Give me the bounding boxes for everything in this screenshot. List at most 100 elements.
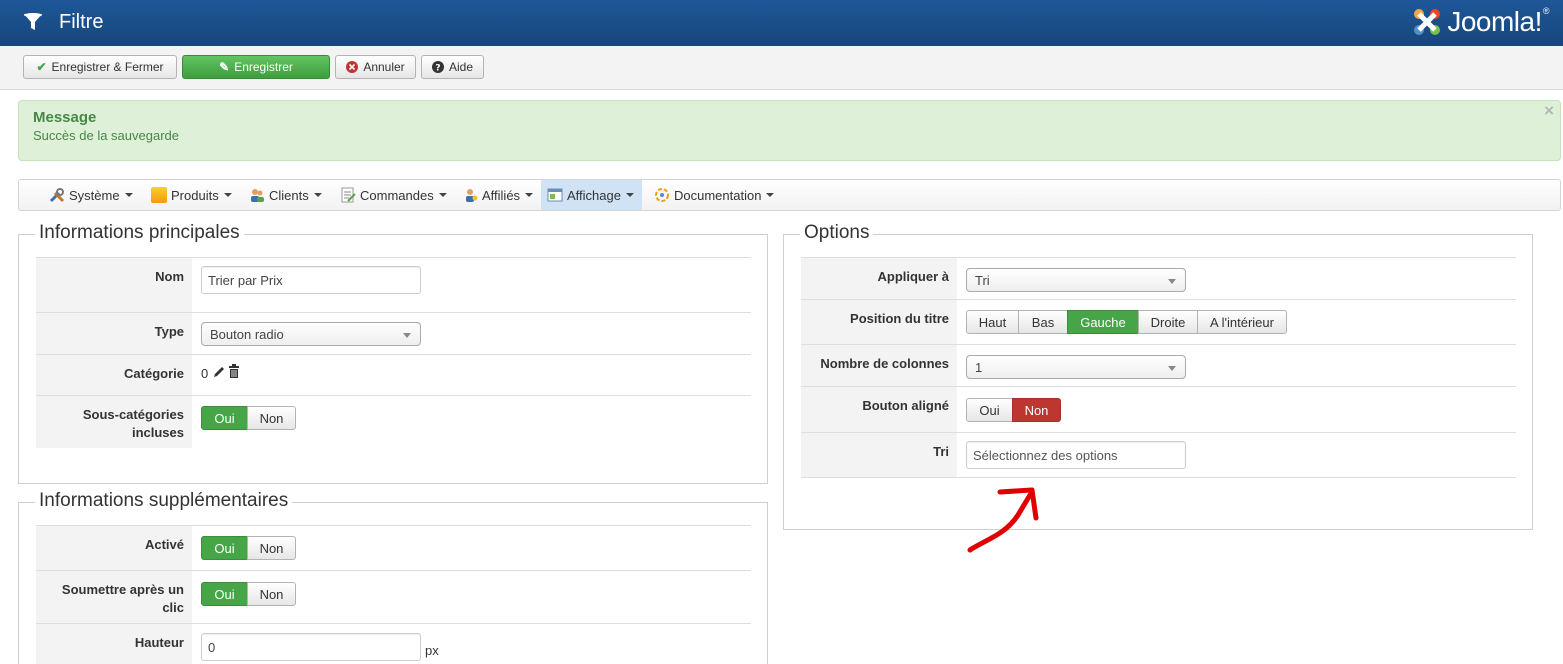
caret-down-icon xyxy=(313,193,322,197)
sort-row: Tri Sélectionnez des options xyxy=(801,432,1516,478)
apply-select[interactable]: Tri xyxy=(966,268,1186,292)
active-yes-button[interactable]: Oui xyxy=(201,536,248,560)
save-button[interactable]: ✎ Enregistrer xyxy=(182,55,330,79)
help-icon: ? xyxy=(431,61,444,74)
caret-down-icon xyxy=(766,193,775,197)
aligned-no-button[interactable]: Non xyxy=(1012,398,1061,422)
type-select[interactable]: Bouton radio xyxy=(201,322,421,346)
submit-label: Soumettre après un clic xyxy=(36,571,192,623)
cancel-button[interactable]: Annuler xyxy=(335,55,416,79)
message-text: Succès de la sauvegarde xyxy=(33,128,179,143)
chevron-down-icon xyxy=(1168,366,1176,371)
height-unit: px xyxy=(425,643,439,658)
caret-down-icon xyxy=(625,193,634,197)
subcategories-no-button[interactable]: Non xyxy=(247,406,296,430)
menu-item-produits[interactable]: Produits xyxy=(145,180,238,210)
subcategories-toggle: Oui Non xyxy=(201,406,296,430)
extra-info-fieldset: Informations supplémentaires Activé Oui … xyxy=(18,490,768,664)
title-position-gauche-button[interactable]: Gauche xyxy=(1067,310,1139,334)
app-header: Filtre Joomla!® xyxy=(0,0,1563,46)
display-icon xyxy=(547,188,563,202)
title-position-row: Position du titre Haut Bas Gauche Droite… xyxy=(801,299,1516,344)
component-menu: Système Produits Clients Commandes Affil… xyxy=(18,179,1561,211)
main-info-fieldset: Informations principales Nom Trier par P… xyxy=(18,222,768,484)
active-toggle: Oui Non xyxy=(201,536,296,560)
pencil-icon[interactable] xyxy=(212,365,226,379)
options-fieldset: Options Appliquer à Tri Position du titr… xyxy=(783,222,1533,530)
subcategories-row: Sous-catégories incluses Oui Non xyxy=(36,395,751,448)
joomla-logo: Joomla!® xyxy=(1411,4,1550,40)
order-icon xyxy=(341,187,356,203)
columns-select[interactable]: 1 xyxy=(966,355,1186,379)
title-position-group: Haut Bas Gauche Droite A l'intérieur xyxy=(966,310,1287,334)
tools-icon xyxy=(49,188,65,203)
joomla-logo-text: Joomla!® xyxy=(1447,6,1549,37)
apply-row: Appliquer à Tri xyxy=(801,257,1516,299)
page-title: Filtre xyxy=(59,11,104,33)
menu-item-documentation[interactable]: Documentation xyxy=(648,180,780,210)
toolbar: ✔ Enregistrer & Fermer ✎ Enregistrer Ann… xyxy=(0,46,1563,90)
users-icon xyxy=(251,189,264,202)
menu-item-affichage[interactable]: Affichage xyxy=(541,180,642,210)
sort-multiselect[interactable]: Sélectionnez des options xyxy=(966,441,1186,469)
edit-icon: ✎ xyxy=(219,60,230,74)
active-row: Activé Oui Non xyxy=(36,525,751,570)
submit-yes-button[interactable]: Oui xyxy=(201,582,248,606)
title-position-bas-button[interactable]: Bas xyxy=(1018,310,1068,334)
category-row: Catégorie 0 xyxy=(36,354,751,395)
chevron-down-icon xyxy=(1168,279,1176,284)
height-label: Hauteur xyxy=(36,624,192,664)
title-position-interieur-button[interactable]: A l'intérieur xyxy=(1197,310,1287,334)
menu-item-clients[interactable]: Clients xyxy=(243,180,328,210)
save-close-button[interactable]: ✔ Enregistrer & Fermer xyxy=(23,55,177,79)
submit-row: Soumettre après un clic Oui Non xyxy=(36,570,751,623)
name-row: Nom Trier par Prix xyxy=(36,257,751,312)
apply-label: Appliquer à xyxy=(801,258,957,299)
title-position-haut-button[interactable]: Haut xyxy=(966,310,1019,334)
caret-down-icon xyxy=(525,193,534,197)
box-icon xyxy=(151,187,167,203)
menu-item-affilies[interactable]: Affiliés xyxy=(456,180,539,210)
main-info-legend: Informations principales xyxy=(35,222,244,244)
menu-item-commandes[interactable]: Commandes xyxy=(334,180,453,210)
options-legend: Options xyxy=(800,222,874,244)
annotation-arrow-icon xyxy=(967,487,1039,553)
documentation-icon xyxy=(655,188,669,202)
submit-no-button[interactable]: Non xyxy=(247,582,296,606)
aligned-label: Bouton aligné xyxy=(801,387,957,432)
success-message: Message Succès de la sauvegarde × xyxy=(18,100,1561,161)
check-icon: ✔ xyxy=(36,60,47,74)
menu-item-systeme[interactable]: Système xyxy=(43,180,139,210)
aligned-yes-button[interactable]: Oui xyxy=(966,398,1013,422)
name-input[interactable]: Trier par Prix xyxy=(201,266,421,294)
category-label: Catégorie xyxy=(36,355,192,395)
caret-down-icon xyxy=(124,193,133,197)
title-position-droite-button[interactable]: Droite xyxy=(1138,310,1198,334)
height-input[interactable]: 0 xyxy=(201,633,421,661)
active-no-button[interactable]: Non xyxy=(247,536,296,560)
aligned-toggle: Oui Non xyxy=(966,398,1061,422)
height-row: Hauteur 0 px xyxy=(36,623,751,664)
caret-down-icon xyxy=(223,193,232,197)
columns-row: Nombre de colonnes 1 xyxy=(801,344,1516,386)
type-label: Type xyxy=(36,313,192,354)
subcategories-yes-button[interactable]: Oui xyxy=(201,406,248,430)
category-value: 0 xyxy=(201,366,209,381)
type-row: Type Bouton radio xyxy=(36,312,751,354)
trash-icon[interactable] xyxy=(228,364,240,378)
aligned-row: Bouton aligné Oui Non xyxy=(801,386,1516,432)
submit-toggle: Oui Non xyxy=(201,582,296,606)
name-label: Nom xyxy=(36,258,192,312)
active-label: Activé xyxy=(36,526,192,570)
help-button[interactable]: ? Aide xyxy=(421,55,484,79)
extra-info-legend: Informations supplémentaires xyxy=(35,490,293,512)
columns-label: Nombre de colonnes xyxy=(801,345,957,386)
joomla-logo-icon xyxy=(1414,9,1441,35)
filter-icon xyxy=(24,13,42,30)
sort-label: Tri xyxy=(801,433,957,477)
close-icon[interactable]: × xyxy=(1544,101,1554,121)
cancel-icon xyxy=(346,61,359,73)
title-position-label: Position du titre xyxy=(801,300,957,344)
affiliates-icon xyxy=(466,189,478,202)
svg-text:?: ? xyxy=(435,64,440,74)
